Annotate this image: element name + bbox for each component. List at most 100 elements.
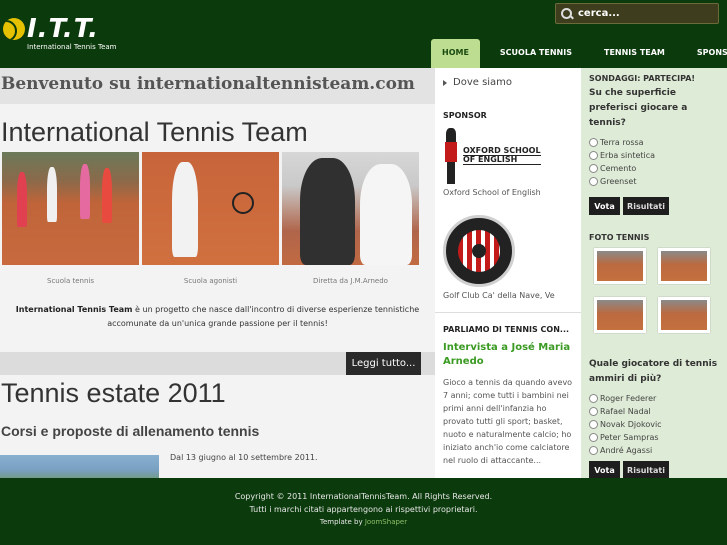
guard-icon — [443, 128, 459, 184]
poll2-option[interactable]: Peter Sampras — [589, 431, 719, 444]
poll2-options: Roger Federer Rafael Nadal Novak Djokovi… — [589, 392, 719, 457]
caption-scuola-tennis: Scuola tennis — [47, 277, 94, 285]
radio-button[interactable] — [589, 138, 598, 147]
poll-heading: SONDAGGI: PARTECIPA! — [589, 74, 696, 83]
radio-button[interactable] — [589, 407, 598, 416]
search-box[interactable] — [555, 3, 719, 24]
tennis-ball-icon — [3, 18, 25, 40]
poll2-question: Quale giocatore di tennis ammiri di più? — [589, 359, 718, 384]
interview-excerpt: Gioco a tennis da quando avevo 7 anni; c… — [443, 378, 573, 465]
photo-scuola-agonisti[interactable] — [142, 152, 279, 265]
main-content: Benvenuto su internationaltennisteam.com… — [0, 68, 435, 478]
caption-diretta: Diretta da J.M.Arnedo — [313, 277, 388, 285]
option-label: Novak Djokovic — [600, 420, 662, 429]
oxford-logo[interactable]: OXFORD SCHOOL OF ENGLISH — [443, 128, 573, 184]
option-label: Greenset — [600, 177, 637, 186]
radio-button[interactable] — [589, 420, 598, 429]
dove-siamo-link[interactable]: Dove siamo — [443, 77, 573, 88]
photo-strip — [0, 152, 435, 265]
vote-button[interactable]: Vota — [589, 197, 620, 215]
interview-link[interactable]: Intervista a José Maria Arnedo — [443, 341, 573, 369]
golf-caption: Golf Club Ca' della Nave, Ve — [443, 291, 555, 300]
photo-captions: Scuola tennis Scuola agonisti Diretta da… — [0, 277, 435, 285]
nav-sponsor[interactable]: SPONSOR — [681, 39, 727, 68]
nav-home[interactable]: HOME — [431, 39, 480, 68]
site-header: I.T.T. International Tennis Team HOME SC… — [0, 0, 727, 68]
photo-diretta-arnedo[interactable] — [282, 152, 419, 265]
right-sidebar: SONDAGGI: PARTECIPA! Su che superficie p… — [581, 68, 727, 479]
poll2-option[interactable]: Roger Federer — [589, 392, 719, 405]
welcome-heading: Benvenuto su internationaltennisteam.com — [0, 68, 435, 104]
poll1-options: Terra rossa Erba sintetica Cemento Green… — [589, 136, 719, 188]
radio-button[interactable] — [589, 433, 598, 442]
option-label: Rafael Nadal — [600, 407, 651, 416]
site-footer: Copyright © 2011 InternationalTennisTeam… — [0, 478, 727, 545]
read-more-bar: Leggi tutto... — [0, 352, 435, 375]
poll1-buttons: Vota Risultati — [589, 197, 719, 215]
poll2-option[interactable]: André Agassi — [589, 444, 719, 457]
gallery-thumbnail[interactable] — [594, 248, 646, 284]
poll1-option[interactable]: Greenset — [589, 175, 719, 188]
radio-button[interactable] — [589, 177, 598, 186]
page-title: International Tennis Team — [1, 117, 308, 147]
logo-subtitle: International Tennis Team — [27, 43, 117, 51]
golf-club-logo[interactable] — [443, 215, 515, 287]
site-logo[interactable]: I.T.T. — [3, 14, 99, 44]
poll2-option[interactable]: Rafael Nadal — [589, 405, 719, 418]
dove-siamo-label: Dove siamo — [453, 77, 513, 88]
search-icon — [560, 7, 574, 21]
poll1-option[interactable]: Cemento — [589, 162, 719, 175]
gallery-thumbnail[interactable] — [594, 297, 646, 333]
template-credit: Template by JoomShaper — [0, 516, 727, 529]
intro-text: International Tennis Team è un progetto … — [10, 303, 425, 331]
option-label: Erba sintetica — [600, 151, 656, 160]
foto-tennis-heading: FOTO TENNIS — [589, 233, 650, 242]
read-more-button[interactable]: Leggi tutto... — [346, 352, 421, 375]
divider — [435, 312, 581, 313]
logo-text: I.T.T. — [27, 14, 99, 44]
poll1-option[interactable]: Erba sintetica — [589, 149, 719, 162]
intro-bold: International Tennis Team — [15, 305, 133, 314]
caption-scuola-agonisti: Scuola agonisti — [183, 277, 238, 285]
photo-gallery — [594, 248, 719, 333]
oxford-logo-line-2: OF ENGLISH — [463, 156, 541, 165]
vote-button[interactable]: Vota — [589, 461, 620, 479]
radio-button[interactable] — [589, 151, 598, 160]
radio-button[interactable] — [589, 394, 598, 403]
middle-column: Dove siamo SPONSOR OXFORD SCHOOL OF ENGLI… — [435, 68, 581, 478]
radio-button[interactable] — [589, 164, 598, 173]
option-label: Roger Federer — [600, 394, 657, 403]
copyright-text: Copyright © 2011 InternationalTennisTeam… — [234, 492, 493, 501]
main-nav: HOME SCUOLA TENNIS TENNIS TEAM SPONSOR — [431, 39, 727, 68]
article-date: Dal 13 giugno al 10 settembre 2011. — [170, 453, 318, 462]
option-label: Cemento — [600, 164, 637, 173]
option-label: Peter Sampras — [600, 433, 659, 442]
gallery-thumbnail[interactable] — [658, 297, 710, 333]
template-prefix: Template by — [319, 518, 365, 526]
article-subtitle: Corsi e proposte di allenamento tennis — [1, 423, 260, 439]
results-button[interactable]: Risultati — [623, 461, 669, 479]
nav-tennis-team[interactable]: TENNIS TEAM — [588, 39, 681, 68]
arrow-right-icon — [443, 79, 447, 86]
option-label: Terra rossa — [600, 138, 644, 147]
nav-scuola-tennis[interactable]: SCUOLA TENNIS — [484, 39, 588, 68]
joomshaper-link[interactable]: JoomShaper — [365, 518, 407, 526]
gallery-thumbnail[interactable] — [658, 248, 710, 284]
article-preview: Dal 13 giugno al 10 settembre 2011. — [0, 453, 435, 478]
search-input[interactable] — [578, 8, 708, 19]
radio-button[interactable] — [589, 446, 598, 455]
option-label: André Agassi — [600, 446, 653, 455]
oxford-caption: Oxford School of English — [443, 188, 541, 197]
trademark-text: Tutti i marchi citati appartengono ai ri… — [249, 505, 478, 514]
results-button[interactable]: Risultati — [623, 197, 669, 215]
intro-rest: è un progetto che nasce dall'incontro di… — [107, 305, 420, 328]
sponsor-heading: SPONSOR — [443, 111, 487, 120]
article-title[interactable]: Tennis estate 2011 — [0, 378, 435, 409]
parliamo-heading: PARLIAMO DI TENNIS CON... — [443, 325, 570, 334]
poll1-option[interactable]: Terra rossa — [589, 136, 719, 149]
poll2-buttons: Vota Risultati — [589, 461, 719, 479]
oxford-logo-text: OXFORD SCHOOL OF ENGLISH — [463, 147, 541, 165]
article-image — [0, 455, 159, 478]
photo-scuola-tennis[interactable] — [2, 152, 139, 265]
poll2-option[interactable]: Novak Djokovic — [589, 418, 719, 431]
